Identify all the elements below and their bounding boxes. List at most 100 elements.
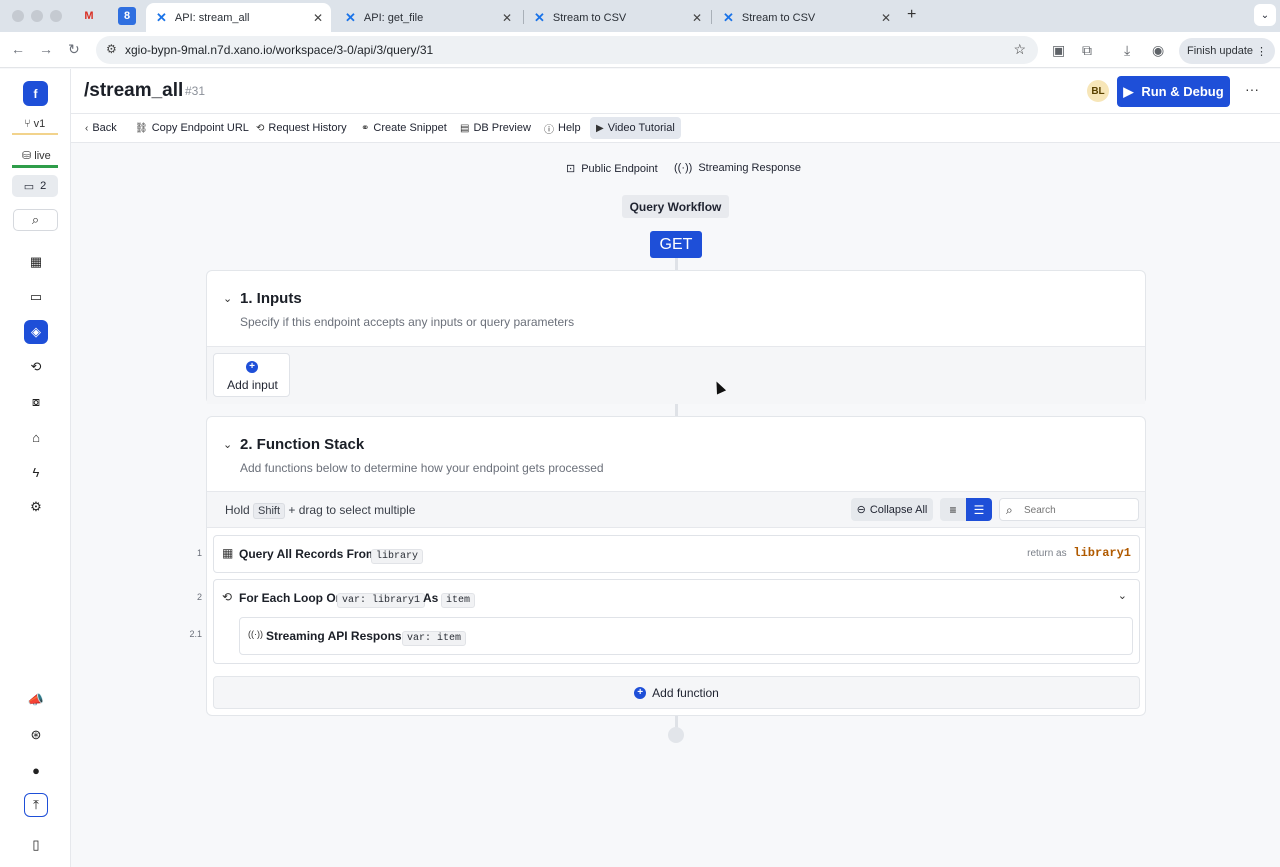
action-bar: ‹ Back ⛓ Copy Endpoint URL ⟲ Request His… <box>71 114 1280 143</box>
loop-icon: ⟲ <box>222 590 233 604</box>
close-icon[interactable]: ✕ <box>502 11 512 25</box>
site-info-icon[interactable]: ⚙ <box>106 42 117 56</box>
help-label: Help <box>558 122 581 134</box>
download-icon[interactable]: ⤓ <box>1124 42 1130 59</box>
function-search-input[interactable] <box>1024 502 1134 518</box>
branch-selector[interactable]: ⑂ v1 <box>24 118 45 130</box>
help-button[interactable]: ⓘ Help <box>538 117 587 139</box>
function-stack-card: ⌄ 2. Function Stack Add functions below … <box>189 416 1146 716</box>
search-icon: ⌕ <box>1006 503 1013 517</box>
copy-endpoint-url-label: Copy Endpoint URL <box>151 122 249 134</box>
back-button[interactable]: ‹ Back <box>79 117 123 139</box>
database-icon: ⛁ <box>22 150 32 162</box>
db-preview-label: DB Preview <box>473 122 531 134</box>
api-layers-icon[interactable]: ◈ <box>24 320 48 344</box>
gmail-icon[interactable]: M <box>80 7 98 25</box>
list-view-icon[interactable]: ≡ <box>940 498 966 521</box>
plus-circle-icon: + <box>246 361 258 373</box>
tab-stream-all[interactable]: ✕ API: stream_all ✕ <box>146 3 331 32</box>
support-icon[interactable]: ⊛ <box>24 723 48 747</box>
panel-icon[interactable]: ▯ <box>24 833 48 857</box>
lock-open-icon: ⊡ <box>566 163 576 175</box>
run-debug-button[interactable]: ▶ Run & Debug <box>1117 76 1230 107</box>
function-stack-title[interactable]: 2. Function Stack <box>240 436 364 453</box>
step-number: 1 <box>196 548 202 558</box>
db-preview-button[interactable]: ▤ DB Preview <box>454 117 537 139</box>
create-snippet-button[interactable]: ⚭ Create Snippet <box>355 117 453 139</box>
profile-icon[interactable]: ◉ <box>1152 42 1164 59</box>
return-variable[interactable]: library1 <box>1073 546 1131 560</box>
comments-button[interactable]: ▭ 2 <box>12 175 58 197</box>
function-step-for-each[interactable]: ⟲ For Each Loop On var: library1 As item… <box>213 579 1140 664</box>
tasks-bolt-icon[interactable]: ϟ <box>24 460 48 484</box>
video-tutorial-button[interactable]: ▶ Video Tutorial <box>590 117 681 139</box>
step-number: 2.1 <box>189 629 202 639</box>
window-zoom-dot[interactable] <box>50 10 62 22</box>
finish-update-label: Finish update <box>1187 45 1254 57</box>
close-icon[interactable]: ✕ <box>692 11 702 25</box>
inputs-card: ⌄ 1. Inputs Specify if this endpoint acc… <box>206 270 1146 404</box>
request-history-button[interactable]: ⟲ Request History <box>250 117 353 139</box>
marketplace-icon[interactable]: ⌂ <box>24 425 48 449</box>
finish-update-button[interactable]: Finish update ⋮ <box>1179 38 1275 64</box>
as-label: As <box>423 591 439 605</box>
upload-icon[interactable]: ⤒ <box>24 793 48 817</box>
inputs-title[interactable]: 1. Inputs <box>240 290 302 307</box>
reload-icon[interactable]: ↻ <box>68 41 80 58</box>
chevron-down-icon[interactable]: ⌄ <box>1254 4 1276 26</box>
calendar-icon[interactable]: 8 <box>118 7 136 25</box>
tab-stream-to-csv[interactable]: ✕ Stream to CSV ✕ <box>524 3 710 32</box>
add-function-button[interactable]: + Add function <box>213 676 1140 709</box>
chevron-down-icon[interactable]: ⌄ <box>1118 589 1127 602</box>
database-icon[interactable]: ▭ <box>24 285 48 309</box>
plus-circle-icon: + <box>634 686 647 699</box>
comments-count: 2 <box>40 180 47 192</box>
url-text[interactable]: xgio-bypn-9mal.n7d.xano.io/workspace/3-0… <box>125 43 433 57</box>
close-icon[interactable]: ✕ <box>881 11 891 25</box>
puzzle-icon[interactable]: ⧉ <box>1082 42 1092 59</box>
function-step-query-all[interactable]: ▦ Query All Records From library return … <box>213 535 1140 573</box>
play-circle-icon: ▶ <box>596 122 604 134</box>
function-search[interactable]: ⌕ <box>999 498 1139 521</box>
loop-item-chip: item <box>441 590 476 608</box>
back-arrow-icon[interactable]: ← <box>11 41 25 57</box>
history-icon: ⟲ <box>256 122 265 134</box>
collapse-all-button[interactable]: ⊖ Collapse All <box>851 498 933 521</box>
forward-arrow-icon[interactable]: → <box>39 41 53 57</box>
bookmark-star-icon[interactable]: ☆ <box>1013 41 1026 58</box>
snippet-icon: ⚭ <box>361 122 370 134</box>
history-icon[interactable]: ⟲ <box>24 355 48 379</box>
avatar[interactable]: BL <box>1087 80 1109 102</box>
extension-icon[interactable]: ▣ <box>1052 42 1065 59</box>
live-selector[interactable]: ⛁ live <box>22 149 51 162</box>
copy-endpoint-url-button[interactable]: ⛓ Copy Endpoint URL <box>129 117 255 139</box>
tab-stream-to-csv-2[interactable]: ✕ Stream to CSV ✕ <box>713 3 899 32</box>
more-options-icon[interactable]: ··· <box>1245 81 1259 97</box>
search-icon[interactable]: ⌕ <box>13 209 58 231</box>
chevron-down-icon[interactable]: ⌄ <box>223 438 232 451</box>
address-bar[interactable]: ⚙ xgio-bypn-9mal.n7d.xano.io/workspace/3… <box>96 36 1038 64</box>
inputs-body: + Add input <box>207 346 1145 404</box>
streaming-response-badge[interactable]: ((·)) Streaming Response <box>674 162 801 174</box>
close-icon[interactable]: ✕ <box>313 11 323 25</box>
dashboard-icon[interactable]: ▦ <box>24 250 48 274</box>
http-method-badge[interactable]: GET <box>650 231 702 258</box>
library-icon[interactable]: ⧇ <box>24 390 48 414</box>
query-workflow-label: Query Workflow <box>622 195 729 218</box>
function-step-streaming-response[interactable]: ((·)) Streaming API Response var: item <box>239 617 1133 655</box>
endpoint-id: #31 <box>185 84 206 98</box>
add-input-button[interactable]: + Add input <box>213 353 290 397</box>
workspace-badge[interactable]: f <box>23 81 48 106</box>
chevron-down-icon[interactable]: ⌄ <box>223 292 232 305</box>
announcements-icon[interactable]: 📣 <box>24 688 48 712</box>
tab-get-file[interactable]: ✕ API: get_file ✕ <box>335 3 520 32</box>
video-tutorial-label: Video Tutorial <box>607 122 675 134</box>
settings-icon[interactable]: ⚙ <box>24 495 48 519</box>
public-endpoint-label: Public Endpoint <box>581 162 658 175</box>
public-endpoint-badge[interactable]: ⊡ Public Endpoint <box>566 162 658 176</box>
user-icon[interactable]: ● <box>24 758 48 782</box>
window-minimize-dot[interactable] <box>31 10 43 22</box>
window-close-dot[interactable] <box>12 10 24 22</box>
new-tab-icon[interactable]: + <box>907 6 916 24</box>
numbered-view-icon[interactable]: ☰ <box>966 498 992 521</box>
